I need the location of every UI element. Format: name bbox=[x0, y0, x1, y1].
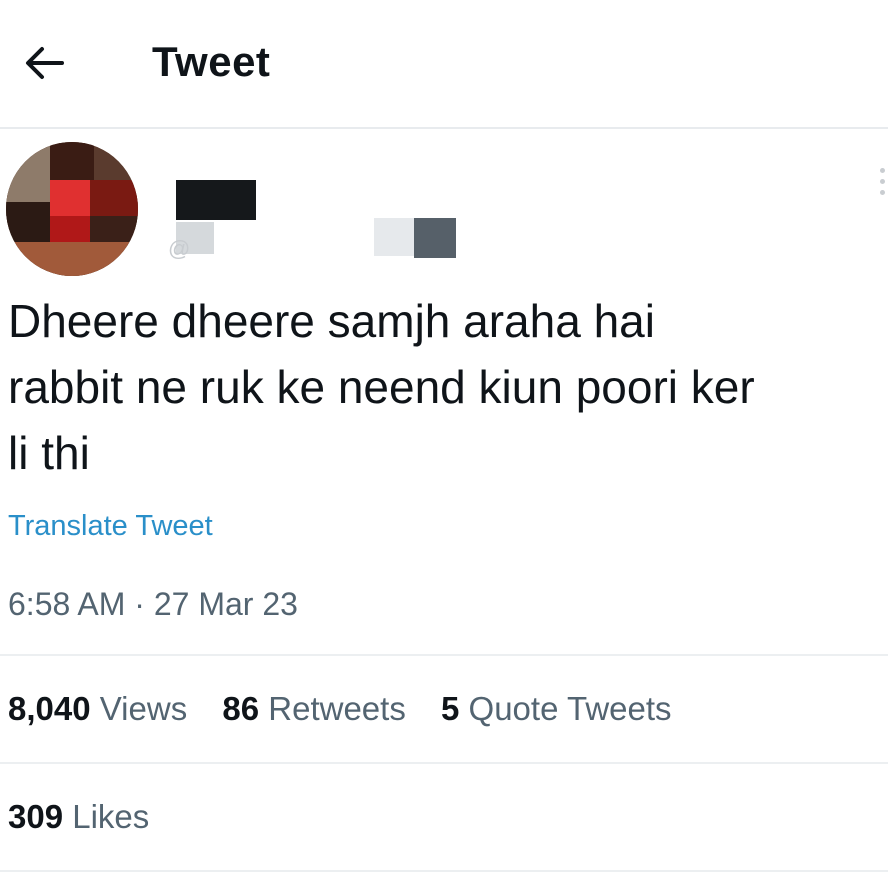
retweets-label: Retweets bbox=[268, 690, 406, 727]
tweet-text-line: Dheere dheere samjh araha hai bbox=[8, 295, 655, 347]
retweets-count: 86 bbox=[222, 690, 260, 727]
quote-tweets-stat[interactable]: 5 Quote Tweets bbox=[441, 690, 672, 728]
avatar[interactable] bbox=[6, 142, 138, 276]
stats-divider-bottom bbox=[0, 870, 888, 872]
views-label: Views bbox=[99, 690, 188, 727]
header-divider bbox=[0, 127, 888, 129]
stats-divider-middle bbox=[0, 762, 888, 764]
views-stat[interactable]: 8,040 Views bbox=[8, 690, 187, 728]
back-button[interactable] bbox=[22, 40, 68, 86]
likes-stat-inner: 309 Likes bbox=[8, 798, 149, 836]
arrow-left-icon bbox=[26, 47, 64, 79]
likes-stat[interactable]: 309 Likes bbox=[8, 798, 175, 836]
engagement-stats: 8,040 Views 86 Retweets 5 Quote Tweets bbox=[8, 690, 698, 728]
views-count: 8,040 bbox=[8, 690, 91, 727]
tweet-text-line: rabbit ne ruk ke neend kiun poori ker bbox=[8, 361, 755, 413]
tweet-text-line: li thi bbox=[8, 427, 90, 479]
translate-tweet-link[interactable]: Translate Tweet bbox=[8, 510, 213, 543]
tweet-date: 27 Mar 23 bbox=[153, 586, 298, 622]
handle-at-sign: @ bbox=[168, 236, 191, 261]
likes-count: 309 bbox=[8, 798, 64, 835]
tweet-text: Dheere dheere samjh araha hai rabbit ne … bbox=[8, 288, 888, 486]
likes-label: Likes bbox=[72, 798, 150, 835]
redacted-block bbox=[414, 218, 456, 258]
top-bar: Tweet bbox=[0, 0, 888, 128]
more-options-icon[interactable] bbox=[878, 168, 888, 204]
quote-tweets-label: Quote Tweets bbox=[468, 690, 672, 727]
quote-tweets-count: 5 bbox=[441, 690, 460, 727]
timestamp-separator: · bbox=[134, 586, 145, 622]
tweet-time: 6:58 AM bbox=[8, 586, 126, 622]
stats-divider-top bbox=[0, 654, 888, 656]
redacted-block bbox=[374, 218, 416, 256]
page-title: Tweet bbox=[152, 38, 271, 85]
retweets-stat[interactable]: 86 Retweets bbox=[222, 690, 405, 728]
author-name-redacted[interactable] bbox=[176, 180, 256, 220]
tweet-timestamp[interactable]: 6:58 AM · 27 Mar 23 bbox=[8, 586, 298, 623]
